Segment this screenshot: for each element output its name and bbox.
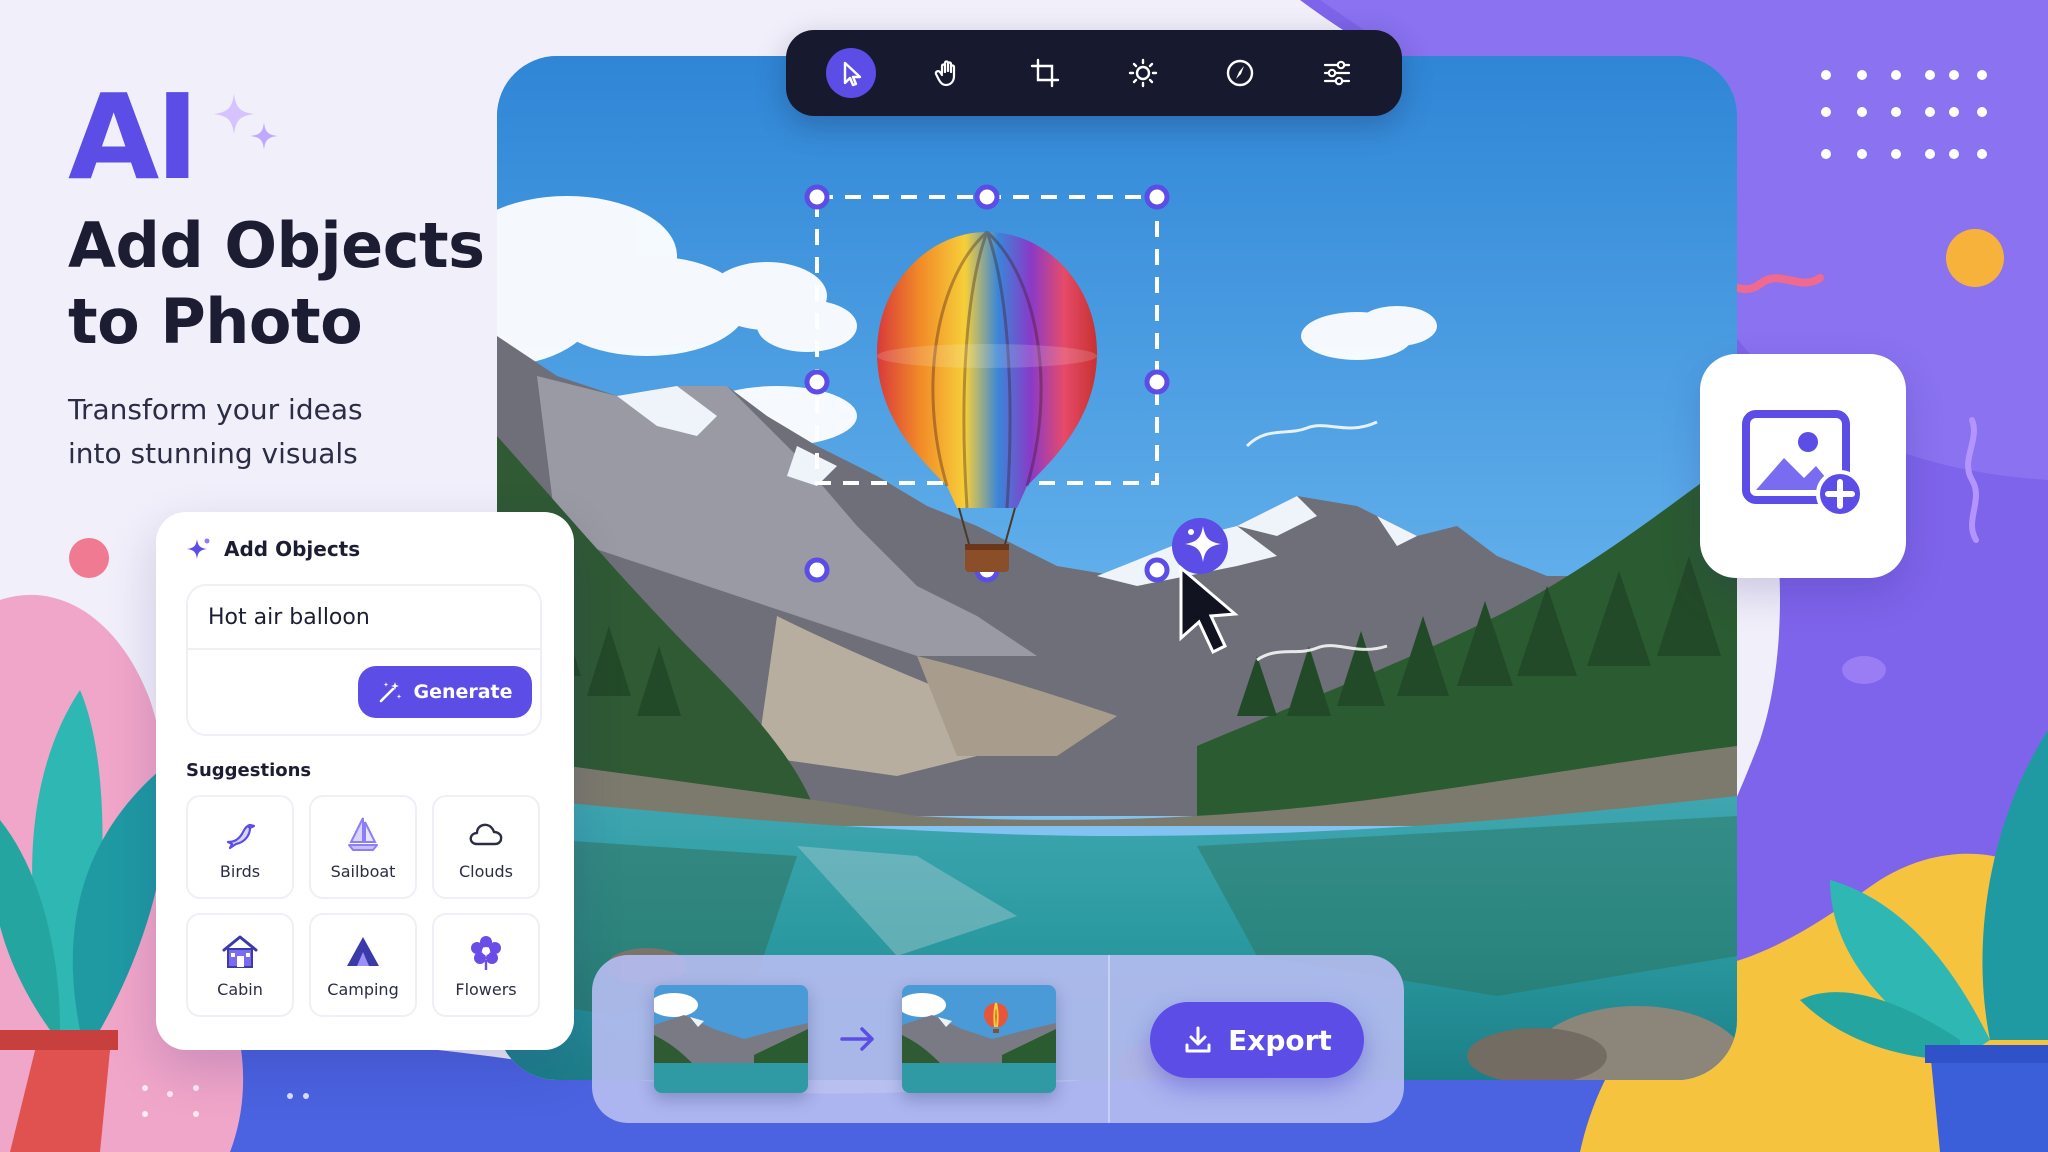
magic-wand-icon — [380, 682, 402, 703]
hero-ai-label: AI — [68, 68, 199, 206]
page-title-line2: to Photo — [68, 285, 363, 358]
cabin-icon — [222, 935, 258, 968]
suggestion-label: Clouds — [458, 861, 514, 881]
page-title-line1: Add Objects — [68, 209, 485, 282]
panel-title: Add Objects — [224, 537, 361, 561]
arrow-right-icon — [840, 1027, 874, 1051]
page-subtitle: Transform your ideas into stunning visua… — [68, 388, 508, 476]
add-image-icon — [1742, 410, 1864, 518]
download-icon — [1185, 1026, 1211, 1053]
generate-button-label: Generate — [413, 681, 513, 703]
after-image — [902, 985, 1056, 1093]
suggestion-label: Sailboat — [330, 861, 396, 881]
page-title: Add Objects to Photo — [68, 208, 508, 360]
tool-adjust[interactable] — [1312, 48, 1362, 98]
before-image — [654, 985, 808, 1093]
sliders-icon — [1323, 60, 1351, 86]
export-button[interactable]: Export — [1150, 1002, 1364, 1078]
add-objects-panel: Add Objects Generate Suggestions Birds — [156, 512, 574, 1050]
suggestion-birds[interactable]: Birds — [186, 795, 294, 899]
generate-button[interactable]: Generate — [358, 666, 532, 718]
strip-divider — [1108, 955, 1110, 1123]
export-button-label: Export — [1228, 1023, 1332, 1057]
bird-icon — [226, 823, 256, 849]
suggestion-flowers[interactable]: Flowers — [432, 913, 540, 1017]
suggestions-title: Suggestions — [186, 760, 312, 781]
crop-icon — [1031, 58, 1060, 88]
tool-pan[interactable] — [923, 48, 973, 98]
flower-icon — [471, 935, 501, 970]
add-image-card[interactable] — [1700, 354, 1906, 578]
pointer-icon — [843, 61, 862, 87]
brightness-icon — [1128, 58, 1157, 88]
suggestion-label: Flowers — [455, 979, 517, 999]
before-after-strip: Export — [592, 955, 1404, 1123]
landscape-photo — [497, 56, 1737, 1080]
tool-compass[interactable] — [1215, 48, 1265, 98]
object-prompt-input[interactable] — [188, 586, 540, 650]
compass-icon — [1226, 59, 1253, 87]
suggestion-label: Cabin — [217, 979, 263, 999]
suggestion-label: Birds — [219, 861, 261, 881]
page-subtitle-line2: into stunning visuals — [68, 437, 358, 470]
suggestion-label: Camping — [327, 979, 399, 999]
suggestion-clouds[interactable]: Clouds — [432, 795, 540, 899]
tool-crop[interactable] — [1020, 48, 1070, 98]
suggestion-cabin[interactable]: Cabin — [186, 913, 294, 1017]
before-thumbnail[interactable] — [654, 985, 808, 1093]
tool-brightness[interactable] — [1118, 48, 1168, 98]
suggestion-camping[interactable]: Camping — [309, 913, 417, 1017]
tool-select[interactable] — [826, 48, 876, 98]
photo-canvas[interactable] — [497, 56, 1737, 1080]
panel-header: Add Objects — [186, 536, 544, 562]
tent-icon — [347, 936, 379, 966]
prompt-box: Generate — [186, 584, 542, 736]
sparkle-icon — [187, 538, 210, 559]
after-thumbnail[interactable] — [902, 985, 1056, 1093]
page-subtitle-line1: Transform your ideas — [68, 393, 363, 426]
hand-icon — [934, 60, 956, 87]
suggestions-grid: Birds Sailboat Clouds Cabin Camping Flow… — [186, 795, 544, 1017]
sparkle-icon — [214, 94, 278, 150]
cloud-icon — [469, 823, 503, 845]
hero: AI Add Objects to Photo Transform your i… — [68, 78, 508, 476]
suggestion-sailboat[interactable]: Sailboat — [309, 795, 417, 899]
sailboat-icon — [348, 817, 378, 851]
editor-toolbar — [786, 30, 1402, 116]
